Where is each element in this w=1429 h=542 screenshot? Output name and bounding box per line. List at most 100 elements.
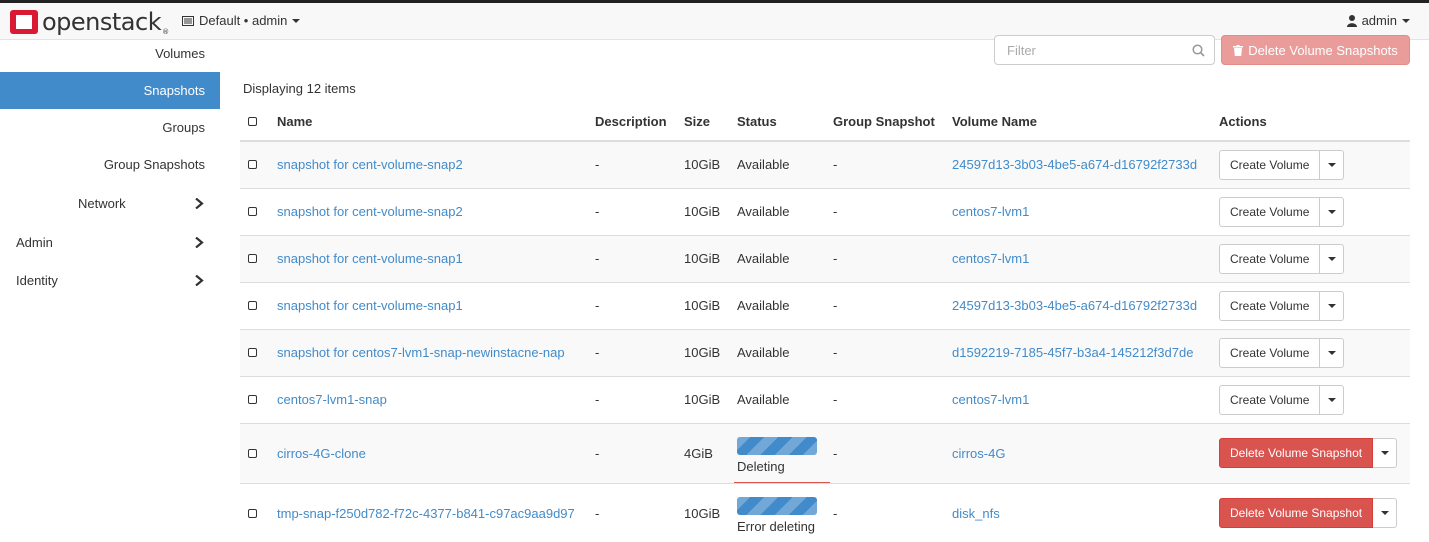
openstack-logo-icon — [10, 9, 38, 34]
table-row: snapshot for centos7-lvm1-snap-newinstac… — [240, 328, 1410, 376]
row-checkbox[interactable] — [248, 160, 257, 170]
sidebar-item-volumes[interactable]: Volumes — [0, 35, 220, 72]
row-actions-dropdown[interactable] — [1320, 196, 1345, 227]
snapshot-name-link[interactable]: centos7-lvm1-snap — [277, 392, 387, 407]
size-cell: 10GiB — [676, 281, 729, 329]
snapshot-name-link[interactable]: snapshot for cent-volume-snap1 — [277, 298, 463, 313]
user-menu[interactable]: admin — [1346, 13, 1410, 28]
row-actions: Create Volume — [1219, 243, 1345, 274]
sidebar-item-groups[interactable]: Groups — [0, 109, 220, 146]
table-row: centos7-lvm1-snap - 10GiB Available - ce… — [240, 375, 1410, 423]
snapshots-table: Name Description Size Status Group Snaps… — [240, 103, 1410, 542]
row-actions: Delete Volume Snapshot — [1219, 438, 1398, 468]
sidebar-item-group-snapshots[interactable]: Group Snapshots — [0, 146, 220, 183]
row-actions: Create Volume — [1219, 337, 1345, 368]
project-list-icon — [182, 15, 194, 26]
snapshot-name-link[interactable]: snapshot for cent-volume-snap2 — [277, 157, 463, 172]
size-cell: 4GiB — [676, 422, 729, 483]
group-snapshot-cell: - — [825, 281, 944, 329]
main-content: Delete Volume Snapshots Displaying 12 it… — [220, 35, 1429, 542]
delete-volume-snapshots-button[interactable]: Delete Volume Snapshots — [1221, 35, 1410, 65]
create-volume-button[interactable]: Create Volume — [1219, 149, 1321, 180]
row-actions-dropdown[interactable] — [1320, 384, 1345, 415]
size-cell: 10GiB — [676, 234, 729, 282]
openstack-logo[interactable]: openstack® — [10, 7, 169, 36]
header-size[interactable]: Size — [676, 103, 729, 142]
sidebar-item-identity[interactable]: Identity — [0, 262, 220, 299]
status-cell: Available — [729, 234, 825, 282]
project-selector[interactable]: Default • admin — [182, 13, 301, 28]
row-actions-dropdown[interactable] — [1373, 438, 1398, 468]
create-volume-button[interactable]: Create Volume — [1219, 290, 1321, 321]
row-checkbox[interactable] — [248, 254, 257, 263]
volume-name-link[interactable]: 24597d13-3b03-4be5-a674-d16792f2733d — [952, 298, 1197, 313]
row-checkbox[interactable] — [248, 207, 257, 216]
header-description[interactable]: Description — [587, 103, 676, 142]
delete-volume-snapshot-button[interactable]: Delete Volume Snapshot — [1219, 498, 1374, 529]
row-actions-dropdown[interactable] — [1320, 149, 1345, 180]
volume-name-link[interactable]: disk_nfs — [952, 506, 1000, 521]
header-name[interactable]: Name — [269, 103, 587, 142]
header-status[interactable]: Status — [729, 103, 825, 142]
snapshot-name-link[interactable]: snapshot for cent-volume-snap2 — [277, 204, 463, 219]
row-checkbox[interactable] — [248, 301, 257, 310]
select-all-header — [240, 103, 269, 142]
size-cell: 10GiB — [676, 375, 729, 423]
volume-name-link[interactable]: centos7-lvm1 — [952, 204, 1029, 219]
row-checkbox[interactable] — [248, 348, 257, 357]
row-checkbox[interactable] — [248, 448, 257, 458]
size-cell: 10GiB — [676, 140, 729, 188]
status-progress-bar — [737, 496, 817, 515]
group-snapshot-cell: - — [825, 482, 944, 542]
create-volume-button[interactable]: Create Volume — [1219, 243, 1321, 274]
user-icon — [1346, 14, 1357, 27]
row-actions-dropdown[interactable] — [1320, 337, 1345, 368]
delete-volume-snapshot-button[interactable]: Delete Volume Snapshot — [1219, 438, 1374, 468]
row-actions-dropdown[interactable] — [1320, 290, 1345, 321]
header-actions: Actions — [1211, 103, 1410, 142]
volume-name-link[interactable]: 24597d13-3b03-4be5-a674-d16792f2733d — [952, 157, 1197, 172]
row-actions-dropdown[interactable] — [1320, 243, 1345, 274]
description-cell: - — [587, 328, 676, 376]
snapshot-name-link[interactable]: snapshot for centos7-lvm1-snap-newinstac… — [277, 345, 565, 360]
header-volume-name[interactable]: Volume Name — [944, 103, 1211, 142]
caret-down-icon — [1327, 397, 1336, 402]
sidebar-item-network[interactable]: Network — [0, 185, 220, 222]
select-all-checkbox[interactable] — [248, 117, 257, 126]
caret-down-icon — [1327, 162, 1336, 167]
description-cell: - — [587, 140, 676, 188]
sidebar-item-admin[interactable]: Admin — [0, 224, 220, 261]
row-checkbox[interactable] — [248, 395, 257, 404]
filter-box — [994, 35, 1215, 65]
caret-down-icon — [1380, 451, 1389, 455]
create-volume-button[interactable]: Create Volume — [1219, 196, 1321, 227]
table-row: tmp-snap-f250d782-f72c-4377-b841-c97ac9a… — [240, 482, 1410, 542]
caret-down-icon — [1327, 209, 1336, 214]
snapshot-name-link[interactable]: cirros-4G-clone — [277, 446, 366, 461]
snapshot-name-link[interactable]: tmp-snap-f250d782-f72c-4377-b841-c97ac9a… — [277, 506, 575, 521]
row-actions-dropdown[interactable] — [1373, 498, 1398, 529]
chevron-right-icon — [195, 237, 204, 248]
status-cell: Available — [729, 140, 825, 188]
snapshot-name-link[interactable]: snapshot for cent-volume-snap1 — [277, 251, 463, 266]
status-cell: Available — [729, 187, 825, 235]
create-volume-button[interactable]: Create Volume — [1219, 337, 1321, 368]
description-cell: - — [587, 375, 676, 423]
sidebar-item-snapshots[interactable]: Snapshots — [0, 72, 220, 109]
status-cell: Available — [729, 375, 825, 423]
header-group-snapshot[interactable]: Group Snapshot — [825, 103, 944, 142]
search-icon[interactable] — [1192, 44, 1205, 57]
create-volume-button[interactable]: Create Volume — [1219, 384, 1321, 415]
size-cell: 10GiB — [676, 187, 729, 235]
description-cell: - — [587, 281, 676, 329]
row-checkbox[interactable] — [248, 508, 257, 518]
volume-name-link[interactable]: centos7-lvm1 — [952, 392, 1029, 407]
volume-name-link[interactable]: d1592219-7185-45f7-b3a4-145212f3d7de — [952, 345, 1193, 360]
group-snapshot-cell: - — [825, 140, 944, 188]
caret-down-icon — [1380, 511, 1389, 516]
description-cell: - — [587, 422, 676, 483]
volume-name-link[interactable]: cirros-4G — [952, 446, 1005, 461]
filter-input[interactable] — [995, 36, 1180, 64]
delete-volume-snapshots-label: Delete Volume Snapshots — [1248, 42, 1398, 58]
volume-name-link[interactable]: centos7-lvm1 — [952, 251, 1029, 266]
